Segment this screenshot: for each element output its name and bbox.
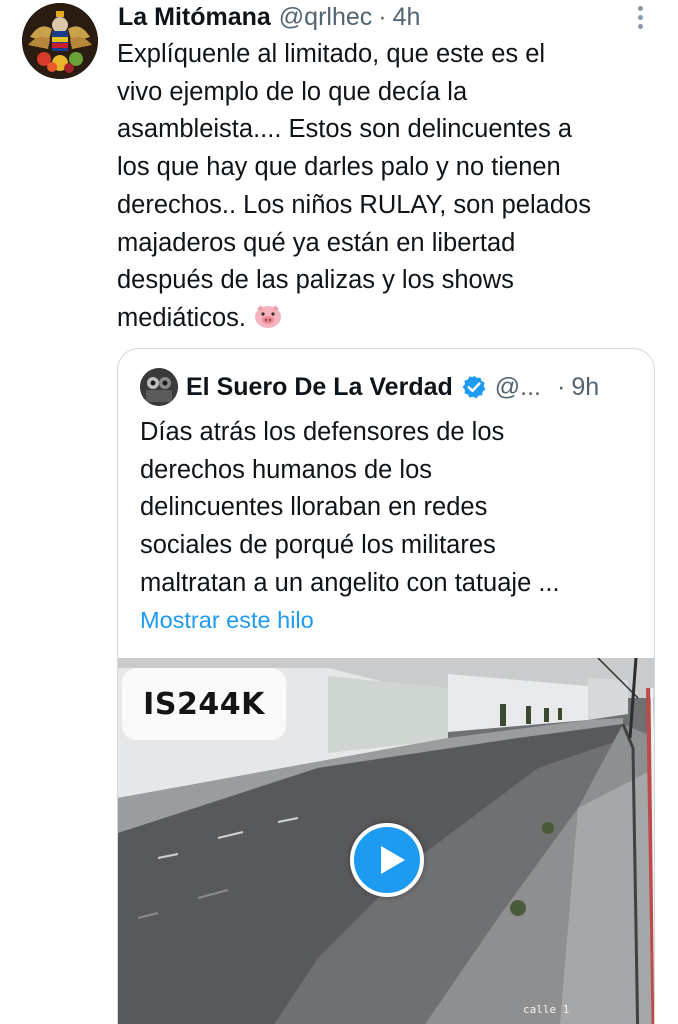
tweet-timestamp[interactable]: 4h — [393, 3, 421, 32]
quoted-tweet-text: Días atrás los defensores de los derecho… — [140, 418, 560, 597]
camera-label: calle 1 — [523, 1003, 570, 1016]
play-button-icon[interactable] — [350, 823, 424, 897]
tweet-header: La Mitómana @qrlhec · 4h — [118, 0, 658, 34]
user-avatar[interactable] — [22, 3, 98, 79]
license-plate-overlay: IS244K — [122, 668, 286, 740]
user-handle[interactable]: @qrlhec — [279, 3, 372, 32]
video-media[interactable]: IS244K calle 1 — [118, 658, 654, 1024]
quoted-tweet[interactable]: El Suero De La Verdad @... · 9h Días atr… — [117, 348, 655, 1024]
pig-face-icon — [255, 304, 282, 328]
show-thread-link[interactable]: Mostrar este hilo — [140, 607, 314, 634]
tweet-text: Explíquenle al limitado, que este es el … — [117, 36, 662, 338]
display-name[interactable]: La Mitómana — [118, 3, 271, 32]
tweet-text-body: Explíquenle al limitado, que este es el … — [117, 40, 591, 332]
more-options-icon[interactable] — [632, 6, 648, 32]
quoted-tweet-header: El Suero De La Verdad @... · 9h — [140, 368, 640, 406]
tweet[interactable]: La Mitómana @qrlhec · 4h Explíquenle al … — [0, 0, 678, 1024]
verified-badge-icon — [462, 375, 486, 399]
quoted-user-handle[interactable]: @... — [495, 373, 541, 402]
quoted-timestamp[interactable]: 9h — [571, 373, 599, 402]
quoted-display-name[interactable]: El Suero De La Verdad — [186, 373, 453, 402]
quoted-user-avatar[interactable] — [140, 368, 178, 406]
quoted-separator-dot: · — [556, 372, 566, 401]
separator-dot: · — [378, 2, 387, 31]
